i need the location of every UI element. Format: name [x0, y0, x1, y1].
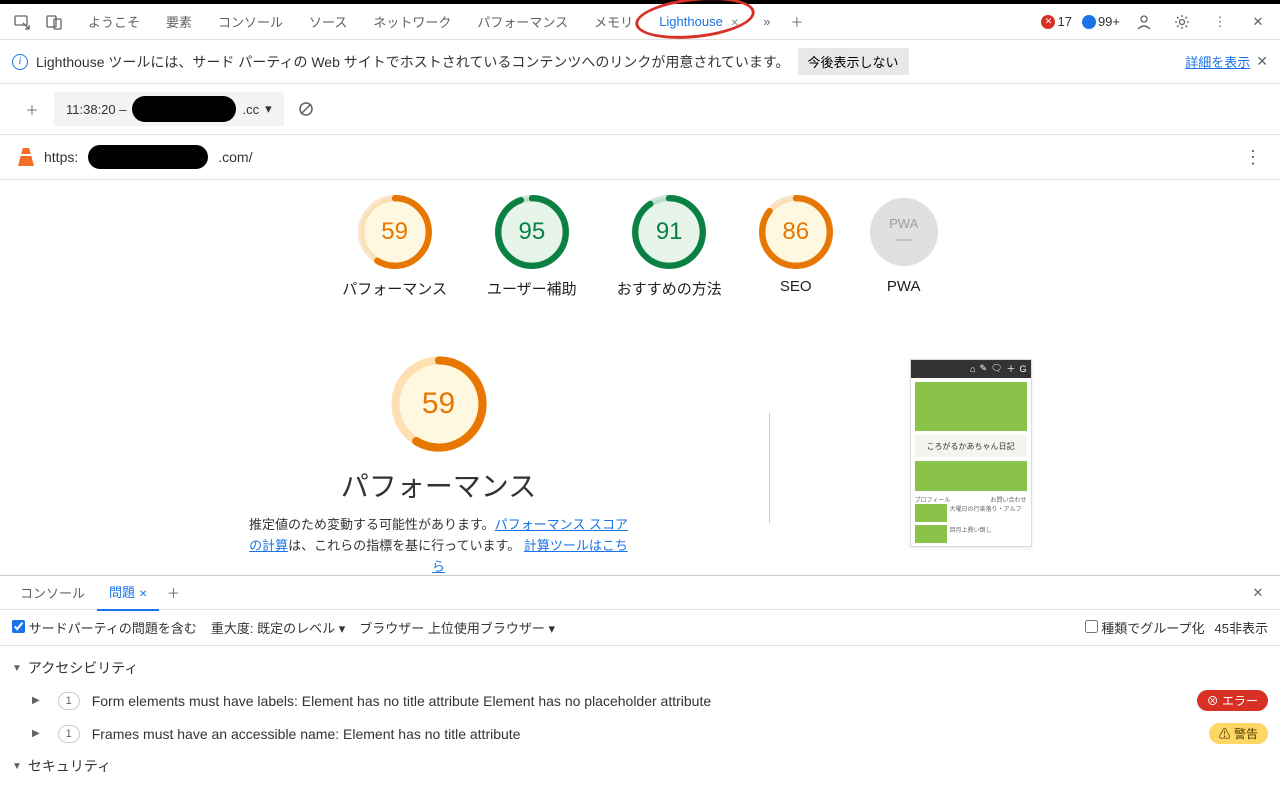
- close-devtools-icon[interactable]: ✕: [1244, 8, 1272, 36]
- tab-welcome[interactable]: ようこそ: [76, 6, 152, 37]
- hidden-count[interactable]: 45非表示: [1215, 618, 1268, 637]
- issue-badge: ⊗ エラー: [1197, 690, 1268, 711]
- panel-tabs: ようこそ 要素 コンソール ソース ネットワーク パフォーマンス メモリ Lig…: [76, 6, 811, 37]
- gauge-label: SEO: [780, 278, 812, 295]
- issue-text: Frames must have an accessible name: Ele…: [92, 726, 521, 742]
- tab-network[interactable]: ネットワーク: [361, 6, 463, 37]
- chevron-down-icon: ▾: [265, 101, 272, 117]
- error-indicator[interactable]: ✕17: [1041, 14, 1071, 29]
- gauge-ring: 86: [762, 198, 830, 266]
- kebab-icon[interactable]: ⋮: [1206, 8, 1234, 36]
- performance-big-gauge: 59: [394, 359, 484, 449]
- gauge-2[interactable]: 91 おすすめの方法: [617, 198, 722, 299]
- message-count: 99+: [1098, 14, 1120, 29]
- issue-text: Form elements must have labels: Element …: [92, 693, 711, 709]
- url-prefix: https:: [44, 149, 78, 165]
- add-tab-icon[interactable]: ＋: [783, 8, 811, 36]
- issue-row[interactable]: ▶ 1 Form elements must have labels: Elemen…: [12, 684, 1268, 717]
- more-tabs-icon[interactable]: »: [753, 8, 781, 36]
- close-icon[interactable]: ✕: [730, 18, 738, 29]
- account-icon[interactable]: [1130, 8, 1158, 36]
- devtools-toolbar: ようこそ 要素 コンソール ソース ネットワーク パフォーマンス メモリ Lig…: [0, 4, 1280, 40]
- device-toggle-icon[interactable]: [40, 8, 68, 36]
- close-icon[interactable]: ✕: [139, 589, 147, 600]
- redacted: [132, 96, 236, 122]
- section-accessibility[interactable]: ▼アクセシビリティ: [12, 652, 1268, 684]
- gauge-3[interactable]: 86 SEO: [762, 198, 830, 299]
- issue-count: 1: [58, 725, 80, 743]
- timestamp-suffix: .cc: [242, 102, 259, 117]
- gauge-label: ユーザー補助: [487, 278, 577, 299]
- infobar: i Lighthouse ツールには、サード パーティの Web サイトでホスト…: [0, 40, 1280, 84]
- report-subbar: ＋ 11:38:20 – .cc ▾: [0, 84, 1280, 135]
- gauge-label: PWA: [887, 278, 921, 295]
- info-icon: i: [12, 54, 28, 70]
- divider: [769, 413, 770, 523]
- gauge-ring: 91: [635, 198, 703, 266]
- infobar-text: Lighthouse ツールには、サード パーティの Web サイトでホストされ…: [36, 52, 790, 72]
- severity-dropdown[interactable]: 重大度: 既定のレベル ▾: [211, 618, 345, 637]
- tab-lighthouse-label: Lighthouse: [659, 14, 723, 29]
- chevron-down-icon: ▼: [12, 761, 22, 772]
- gear-icon[interactable]: [1168, 8, 1196, 36]
- infobar-close-icon[interactable]: ✕: [1256, 53, 1268, 70]
- performance-note: 推定値のため変動する可能性があります。パフォーマンス スコアの計算は、これらの指…: [249, 515, 629, 575]
- add-report-icon[interactable]: ＋: [18, 95, 46, 123]
- inspect-icon[interactable]: [8, 8, 36, 36]
- gauge-ring: 59: [361, 198, 429, 266]
- issues-filter-bar: サードパーティの問題を含む 重大度: 既定のレベル ▾ ブラウザー 上位使用ブラ…: [0, 610, 1280, 646]
- gauge-label: おすすめの方法: [617, 278, 722, 299]
- redacted-url: [88, 145, 208, 169]
- gauge-ring: 95: [498, 198, 566, 266]
- clear-icon[interactable]: [292, 95, 320, 123]
- thumb-title: ころがるかあちゃん日記: [915, 435, 1027, 457]
- issue-row[interactable]: ▶ 1 Frames must have an accessible name: E…: [12, 717, 1268, 750]
- gauge-ring: PWA—: [870, 198, 938, 266]
- tab-console[interactable]: コンソール: [206, 6, 295, 37]
- group-checkbox[interactable]: 種類でグループ化: [1085, 618, 1205, 637]
- add-drawer-tab-icon[interactable]: ＋: [159, 579, 187, 607]
- chevron-right-icon: ▶: [32, 695, 40, 706]
- score-gauges: 59 パフォーマンス 95 ユーザー補助 91 おすすめの方法 86 SEO PWA— PWA: [0, 180, 1280, 299]
- drawer: コンソール 問題✕ ＋ ✕ サードパーティの問題を含む 重大度: 既定のレベル …: [0, 575, 1280, 788]
- report-selector[interactable]: 11:38:20 – .cc ▾: [54, 92, 284, 126]
- performance-detail: 59 パフォーマンス 推定値のため変動する可能性があります。パフォーマンス スコ…: [0, 359, 1280, 575]
- section-security[interactable]: ▼セキュリティ: [12, 750, 1268, 782]
- tab-lighthouse[interactable]: Lighthouse ✕: [647, 8, 751, 35]
- tab-performance[interactable]: パフォーマンス: [465, 6, 580, 37]
- tab-memory[interactable]: メモリ: [582, 6, 645, 37]
- timestamp-text: 11:38:20 –: [66, 102, 126, 117]
- third-party-checkbox[interactable]: サードパーティの問題を含む: [12, 618, 197, 637]
- browser-dropdown[interactable]: ブラウザー 上位使用ブラウザー ▾: [359, 618, 555, 637]
- gauge-1[interactable]: 95 ユーザー補助: [487, 198, 577, 299]
- chevron-right-icon: ▶: [32, 728, 40, 739]
- report-menu-icon[interactable]: ⋮: [1244, 147, 1262, 168]
- tab-sources[interactable]: ソース: [297, 6, 359, 37]
- drawer-tab-console[interactable]: コンソール: [8, 575, 97, 610]
- drawer-close-icon[interactable]: ✕: [1244, 579, 1272, 607]
- url-suffix: .com/: [218, 149, 252, 165]
- gauge-label: パフォーマンス: [342, 278, 447, 299]
- chevron-down-icon: ▼: [12, 663, 22, 674]
- issue-count: 1: [58, 692, 80, 710]
- dismiss-button[interactable]: 今後表示しない: [798, 48, 909, 75]
- message-indicator[interactable]: 99+: [1082, 14, 1120, 29]
- detail-link[interactable]: 詳細を表示: [1185, 52, 1250, 71]
- report-main: 59 パフォーマンス 95 ユーザー補助 91 おすすめの方法 86 SEO PWA— PWA 5…: [0, 180, 1280, 575]
- lighthouse-icon: [18, 148, 34, 166]
- tab-elements[interactable]: 要素: [154, 6, 204, 37]
- drawer-tab-issues[interactable]: 問題✕: [97, 574, 159, 611]
- issue-badge: ⚠ 警告: [1209, 723, 1268, 744]
- gauge-4[interactable]: PWA— PWA: [870, 198, 938, 299]
- screenshot-thumbnail: ⌂✎🗨＋G ころがるかあちゃん日記 プロフィールお問い合わせ 大曜日の行楽落り・…: [910, 359, 1032, 547]
- url-bar: https: .com/ ⋮: [0, 135, 1280, 180]
- performance-title: パフォーマンス: [341, 465, 536, 505]
- error-count: 17: [1057, 14, 1071, 29]
- gauge-0[interactable]: 59 パフォーマンス: [342, 198, 447, 299]
